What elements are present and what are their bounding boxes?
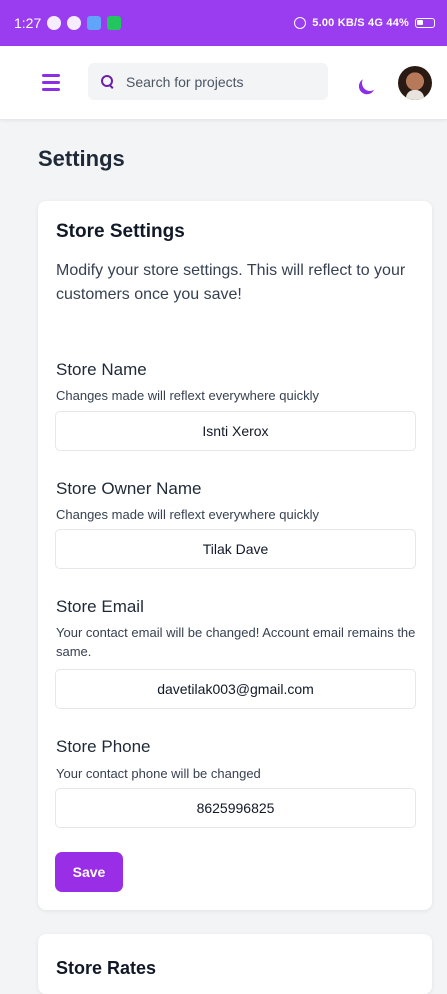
store-name-input[interactable]: Isnti Xerox: [55, 411, 416, 451]
store-settings-title: Store Settings: [56, 221, 185, 242]
app-icon: [87, 16, 102, 30]
search-input[interactable]: [126, 73, 316, 90]
status-time: 1:27: [14, 15, 42, 31]
status-left: 1:27: [14, 15, 122, 31]
search-box[interactable]: [88, 63, 328, 100]
avatar[interactable]: [398, 66, 432, 100]
store-owner-label: Store Owner Name: [56, 479, 202, 498]
store-email-label: Store Email: [56, 597, 144, 616]
whatsapp-icon: [47, 16, 62, 30]
battery-icon: [415, 18, 435, 28]
moon-icon[interactable]: [360, 73, 381, 94]
app-header: [0, 46, 447, 120]
store-rates-title: Store Rates: [56, 958, 157, 978]
store-settings-card: Store Settings Modify your store setting…: [38, 201, 432, 910]
store-email-input[interactable]: davetilak003@gmail.com: [55, 669, 416, 709]
search-icon: [100, 74, 116, 90]
store-settings-description: Modify your store settings. This will re…: [56, 262, 406, 303]
alarm-icon: [294, 17, 307, 29]
store-owner-input[interactable]: Tilak Dave: [55, 529, 416, 569]
save-button[interactable]: Save: [55, 852, 123, 892]
shield-icon: [67, 16, 82, 30]
status-bar: 1:27 5.00 KB/S 4G 44%: [0, 0, 447, 46]
page-title: Settings: [38, 146, 125, 171]
store-rates-card: Store Rates: [38, 934, 432, 994]
status-right: 5.00 KB/S 4G 44%: [294, 17, 435, 29]
store-owner-help: Changes made will reflext everywhere qui…: [56, 507, 320, 522]
menu-icon[interactable]: [42, 74, 60, 91]
store-name-help: Changes made will reflext everywhere qui…: [56, 388, 320, 403]
store-phone-help: Your contact phone will be changed: [56, 766, 261, 781]
store-email-help: Your contact email will be changed! Acco…: [56, 625, 416, 659]
message-icon: [107, 16, 122, 30]
store-phone-input[interactable]: 8625996825: [55, 788, 416, 828]
store-name-label: Store Name: [56, 360, 147, 379]
status-right-text: 5.00 KB/S 4G 44%: [312, 17, 409, 29]
store-phone-label: Store Phone: [56, 737, 151, 756]
